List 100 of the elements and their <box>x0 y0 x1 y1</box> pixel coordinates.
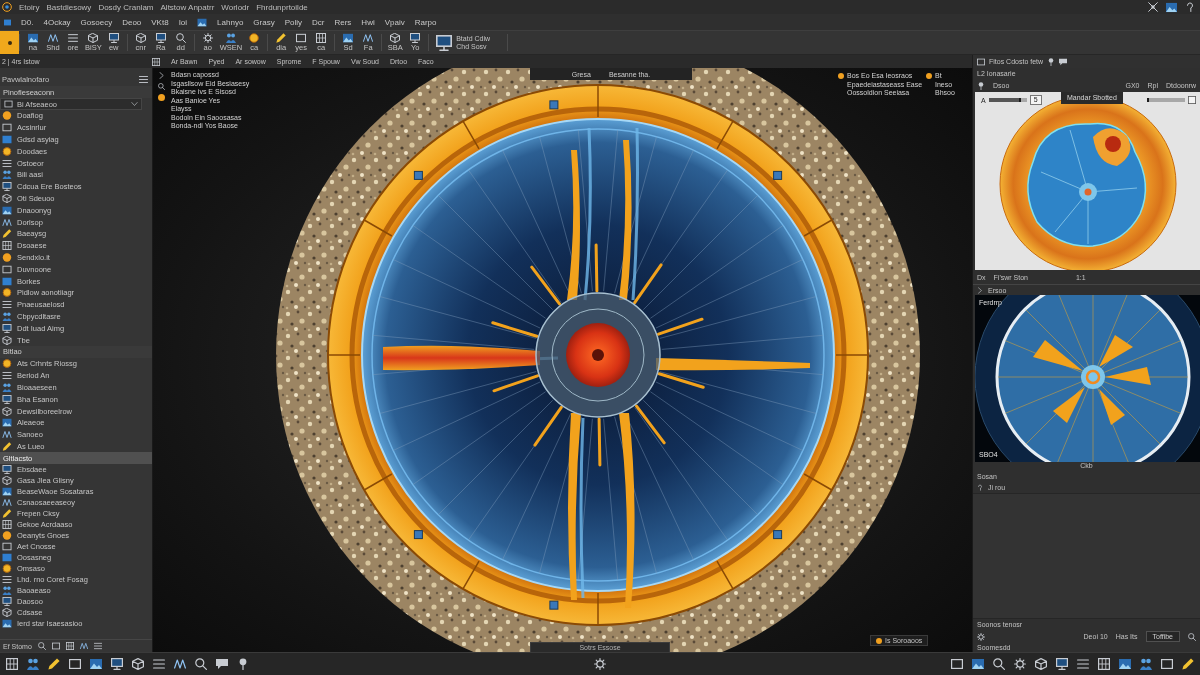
grid-icon[interactable] <box>1098 658 1110 670</box>
list-icon[interactable] <box>153 658 165 670</box>
coin-icon <box>249 33 260 43</box>
monitor-icon <box>108 33 119 43</box>
list-icon[interactable] <box>139 74 148 84</box>
pin-icon[interactable] <box>237 658 249 670</box>
caret-icon[interactable] <box>158 72 165 79</box>
search-icon[interactable] <box>37 642 46 650</box>
frame-icon[interactable] <box>1188 96 1196 104</box>
image-icon <box>2 487 12 497</box>
frame-icon <box>2 542 12 552</box>
cube-icon[interactable] <box>132 658 144 670</box>
search-icon <box>175 33 186 43</box>
pencil-icon[interactable] <box>48 658 60 670</box>
cube-icon[interactable] <box>1035 658 1047 670</box>
slider-track[interactable] <box>1147 98 1185 102</box>
search-icon[interactable] <box>195 658 207 670</box>
cube-icon <box>2 476 12 486</box>
dot-icon <box>876 638 882 644</box>
caret-icon[interactable] <box>977 286 983 294</box>
chat-icon[interactable] <box>1059 57 1068 66</box>
image-icon[interactable] <box>1165 1 1178 13</box>
cube-icon <box>135 33 146 43</box>
frame-icon <box>296 33 307 43</box>
grid-icon[interactable] <box>152 57 160 66</box>
close-icon[interactable] <box>1148 2 1158 12</box>
people-icon <box>2 586 12 596</box>
monitor-icon[interactable] <box>1056 658 1068 670</box>
menu-item[interactable]: Poliy <box>284 17 302 27</box>
circle-icon <box>2 531 12 541</box>
search-icon[interactable] <box>158 83 165 90</box>
caret-icon <box>131 101 138 107</box>
image-icon[interactable] <box>90 658 102 670</box>
title-text: Etoiry <box>19 2 40 12</box>
menu-item[interactable]: VKt8 <box>151 17 169 27</box>
dot-icon <box>158 94 165 101</box>
square-icon <box>2 553 12 563</box>
cube-icon <box>2 193 12 203</box>
monitor-icon <box>436 34 453 51</box>
settings-icon[interactable] <box>1014 658 1026 670</box>
monitor-icon[interactable] <box>111 658 123 670</box>
pencil-icon[interactable] <box>1182 658 1194 670</box>
chat-icon[interactable] <box>216 658 228 670</box>
wave-icon[interactable] <box>79 642 88 650</box>
title-text: Worlodr <box>221 2 250 12</box>
frame-icon <box>4 100 13 108</box>
image-icon[interactable] <box>972 658 984 670</box>
settings-icon[interactable] <box>977 632 985 641</box>
image-icon <box>2 418 12 428</box>
image-icon[interactable] <box>197 17 208 27</box>
pencil-icon <box>2 229 12 239</box>
square-icon[interactable] <box>4 18 11 26</box>
menu-item[interactable]: Rarpo <box>414 17 437 27</box>
title-text: Altstow Anpatrr <box>160 2 215 12</box>
menu-item[interactable]: Vpaiv <box>384 17 405 27</box>
list-icon[interactable] <box>1077 658 1089 670</box>
list-icon <box>68 33 78 43</box>
list-icon[interactable] <box>93 642 102 650</box>
search-icon[interactable] <box>993 658 1005 670</box>
menu-item[interactable]: Lahnyo <box>217 17 244 27</box>
wave-icon <box>363 33 374 43</box>
cube-icon <box>2 335 12 345</box>
square-icon <box>2 276 12 286</box>
title-text: Fhrdunprtoilde <box>256 2 308 12</box>
wave-icon <box>48 33 58 43</box>
pin-icon[interactable] <box>1047 57 1056 66</box>
menu-item[interactable]: 4Ockay <box>43 17 71 27</box>
menu-item[interactable]: Gosoecy <box>80 17 113 27</box>
people-icon[interactable] <box>1140 658 1152 670</box>
slider-fill[interactable] <box>988 98 1021 102</box>
menu-item[interactable]: D0. <box>21 17 34 27</box>
grid-icon[interactable] <box>6 658 18 670</box>
menu-item[interactable]: Deoo <box>122 17 142 27</box>
help-icon[interactable] <box>1185 2 1195 12</box>
cube-icon <box>2 608 12 618</box>
settings-icon[interactable] <box>594 658 606 670</box>
menu-item[interactable]: Hwi <box>361 17 375 27</box>
grid-icon[interactable] <box>65 642 74 650</box>
image-icon[interactable] <box>1119 658 1131 670</box>
menu-item[interactable]: Dcr <box>312 17 325 27</box>
search-icon[interactable] <box>1188 632 1196 641</box>
coin-icon <box>2 146 12 156</box>
list-icon <box>2 371 12 381</box>
circle-icon <box>2 111 12 121</box>
wave-icon[interactable] <box>174 658 186 670</box>
toolbar-button[interactable] <box>0 31 19 54</box>
people-icon[interactable] <box>27 658 39 670</box>
slider-track[interactable] <box>988 98 1027 102</box>
menu-item[interactable]: Rers <box>334 17 352 27</box>
wave-icon <box>2 217 12 227</box>
menu-item[interactable]: Grasy <box>253 17 275 27</box>
circle-icon <box>2 252 12 262</box>
pin-icon[interactable] <box>977 81 985 90</box>
pencil-icon <box>276 33 287 43</box>
logo-icon <box>2 2 12 12</box>
menu-item[interactable]: Ioi <box>178 17 188 27</box>
monitor-icon <box>2 323 12 333</box>
dot-icon <box>838 73 844 79</box>
title-text: Bastdiesowy <box>46 2 92 12</box>
monitor-icon <box>155 33 166 43</box>
